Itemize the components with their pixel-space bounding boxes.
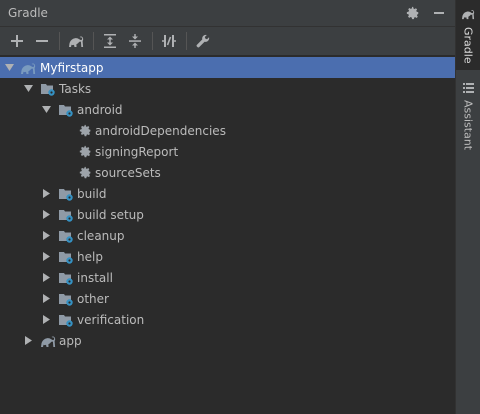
tree-node-label: app	[59, 333, 82, 348]
tree-node-label: cleanup	[77, 228, 125, 243]
tool-window-header: Gradle	[0, 0, 455, 27]
tab-gradle-label: Gradle	[461, 27, 475, 64]
collapsed-arrow-icon[interactable]	[41, 189, 51, 199]
toolbar-divider	[152, 32, 153, 50]
collapsed-arrow-icon[interactable]	[41, 315, 51, 325]
minus-icon[interactable]	[31, 30, 53, 52]
tree-row-group[interactable]: help	[0, 246, 455, 267]
tab-assistant[interactable]: Assistant	[456, 78, 480, 158]
tree-row-android[interactable]: android	[0, 99, 455, 120]
tab-assistant-label: Assistant	[461, 100, 475, 151]
tree-row-group[interactable]: cleanup	[0, 225, 455, 246]
expanded-arrow-icon[interactable]	[23, 84, 33, 94]
task-folder-icon	[58, 228, 74, 244]
header-actions	[405, 5, 447, 21]
gradle-project-tree: Myfirstapp Tasks android androidDependen…	[0, 57, 455, 414]
tree-node-label: verification	[77, 312, 145, 327]
minimize-icon[interactable]	[431, 5, 447, 21]
expand-all-icon[interactable]	[99, 30, 121, 52]
gear-icon	[77, 123, 93, 139]
gear-icon	[77, 144, 93, 160]
settings-wrench-icon[interactable]	[192, 30, 214, 52]
expanded-arrow-icon[interactable]	[4, 63, 14, 73]
collapsed-arrow-icon[interactable]	[23, 336, 33, 346]
gradle-toolbar	[0, 27, 455, 56]
gradle-elephant-icon	[40, 333, 56, 349]
tree-row-app[interactable]: app	[0, 330, 455, 351]
tree-node-label: other	[77, 291, 109, 306]
tool-window-title: Gradle	[8, 6, 48, 20]
collapse-all-icon[interactable]	[124, 30, 146, 52]
expanded-arrow-icon[interactable]	[41, 105, 51, 115]
tab-gradle[interactable]: Gradle	[456, 0, 480, 70]
collapsed-arrow-icon[interactable]	[41, 231, 51, 241]
collapsed-arrow-icon[interactable]	[41, 252, 51, 262]
tree-row-group[interactable]: install	[0, 267, 455, 288]
toolbar-divider	[186, 32, 187, 50]
tree-node-label: help	[77, 249, 103, 264]
tree-row-group[interactable]: verification	[0, 309, 455, 330]
tree-node-label: install	[77, 270, 113, 285]
tree-node-label: build setup	[77, 207, 144, 222]
task-folder-icon	[58, 249, 74, 265]
tree-node-label: Myfirstapp	[40, 60, 104, 75]
tree-node-label: android	[77, 102, 123, 117]
gradle-tool-window: Gradle Myfirstapp Tasks android androidD…	[0, 0, 455, 414]
task-folder-icon	[58, 270, 74, 286]
task-folder-icon	[58, 312, 74, 328]
toolbar-divider	[93, 32, 94, 50]
tree-node-label: Tasks	[59, 81, 92, 96]
tree-row-task[interactable]: sourceSets	[0, 162, 455, 183]
toggle-offline-icon[interactable]	[158, 30, 180, 52]
tree-row-task[interactable]: signingReport	[0, 141, 455, 162]
tree-row-group[interactable]: build setup	[0, 204, 455, 225]
list-icon	[462, 82, 474, 96]
settings-gear-icon[interactable]	[405, 5, 421, 21]
add-icon[interactable]	[6, 30, 28, 52]
tree-row-group[interactable]: build	[0, 183, 455, 204]
gradle-elephant-icon	[461, 8, 475, 23]
gear-icon	[77, 165, 93, 181]
tree-row-tasks[interactable]: Tasks	[0, 78, 455, 99]
gradle-elephant-icon[interactable]	[65, 30, 87, 52]
tree-node-label: androidDependencies	[95, 123, 226, 138]
tree-row-root[interactable]: Myfirstapp	[0, 57, 455, 78]
task-folder-icon	[40, 81, 56, 97]
collapsed-arrow-icon[interactable]	[41, 210, 51, 220]
task-folder-icon	[58, 207, 74, 223]
toolbar-divider	[59, 32, 60, 50]
tree-node-label: build	[77, 186, 107, 201]
right-tool-strip: Gradle Assistant	[455, 0, 480, 414]
collapsed-arrow-icon[interactable]	[41, 273, 51, 283]
task-folder-icon	[58, 186, 74, 202]
gradle-elephant-icon	[20, 60, 36, 76]
task-folder-icon	[58, 291, 74, 307]
tree-row-group[interactable]: other	[0, 288, 455, 309]
tree-row-task[interactable]: androidDependencies	[0, 120, 455, 141]
tree-node-label: sourceSets	[95, 165, 161, 180]
tree-node-label: signingReport	[95, 144, 179, 159]
collapsed-arrow-icon[interactable]	[41, 294, 51, 304]
task-folder-icon	[58, 102, 74, 118]
